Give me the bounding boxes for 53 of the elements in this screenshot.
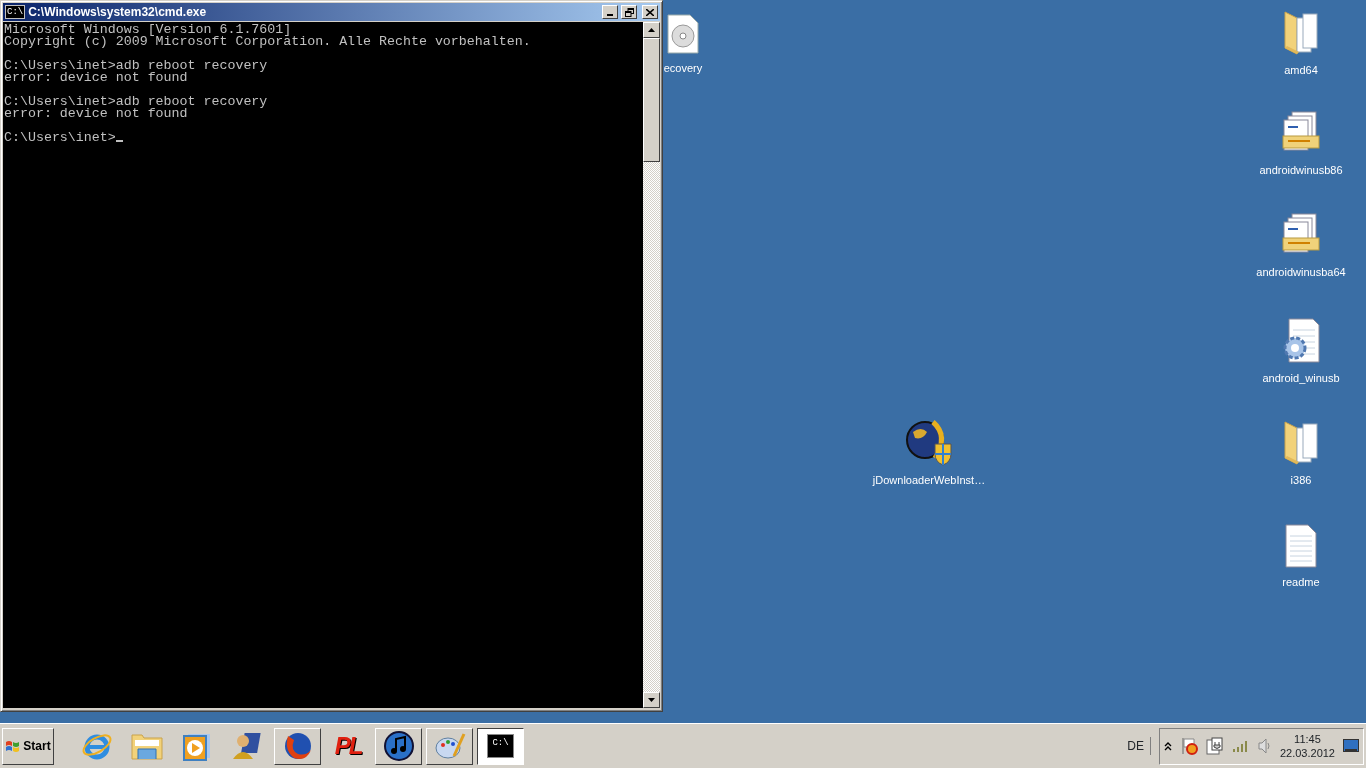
person-monitor-icon [231,731,263,761]
clock-date: 22.03.2012 [1279,746,1335,760]
chevron-up-icon[interactable] [1163,741,1172,751]
console-line: C:\Users\inet>adb reboot recovery [4,58,268,73]
language-indicator[interactable]: DE [1127,737,1151,755]
console-line: error: device not found [4,106,188,121]
taskbar-button[interactable] [375,727,422,765]
speaker-icon[interactable] [1257,738,1272,754]
icon-label[interactable]: ecovery [663,60,703,77]
console-icon: C:\ [487,734,514,758]
scroll-thumb[interactable] [643,38,660,162]
icon-label[interactable]: androidwinusba64 [1256,264,1346,281]
taskbar-button[interactable] [274,727,321,765]
windows-flag-icon [5,739,22,753]
logo-button[interactable]: PL [325,727,371,765]
folder-icon[interactable] [1283,8,1319,56]
icon-label[interactable]: readme [1282,574,1320,591]
window-title: C:\Windows\system32\cmd.exe [28,4,207,21]
clock[interactable]: 11:45 22.03.2012 [1279,732,1335,760]
restore-button[interactable] [621,5,637,19]
music-note-icon [382,730,415,762]
folder-icon[interactable] [1283,418,1319,466]
icon-label[interactable]: jDownloaderWebInst… [872,472,986,489]
flag-icon[interactable] [1179,737,1198,755]
disc-file-icon[interactable] [666,14,700,54]
up-arrow-icon [648,28,655,32]
scroll-down-button[interactable] [643,692,660,708]
app-icon: C:\ [5,5,26,19]
close-icon [646,8,654,16]
icon-label[interactable]: i386 [1290,472,1312,489]
scroll-up-button[interactable] [643,22,660,38]
icon-label[interactable]: amd64 [1284,62,1318,79]
console-line: Microsoft Windows [Version 6.1.7601] [4,22,292,37]
console-line: C:\Users\inet>adb reboot recovery [4,94,268,109]
down-arrow-icon [648,698,655,702]
minimize-button[interactable] [602,5,618,19]
restore-icon [624,7,634,17]
gear-document-icon[interactable] [1281,318,1321,364]
show-desktop-icon[interactable] [1343,739,1359,753]
start-button[interactable]: Start [2,727,54,765]
clock-time: 11:45 [1293,732,1322,746]
icon-label[interactable]: androidwinusb86 [1259,162,1343,179]
folder-icon [130,731,164,761]
document-icon[interactable] [1284,524,1318,568]
globe-shield-icon[interactable] [905,418,953,466]
console-line: C:\Users\inet> [4,130,116,145]
console-line: error: device not found [4,70,188,85]
taskbar-button[interactable]: C:\ [477,727,524,765]
icon-label[interactable]: android_winusb [1262,370,1340,387]
play-button-icon [182,731,212,761]
close-button[interactable] [642,5,658,19]
taskbar-button[interactable] [426,727,473,765]
scrollbar[interactable] [643,22,660,708]
